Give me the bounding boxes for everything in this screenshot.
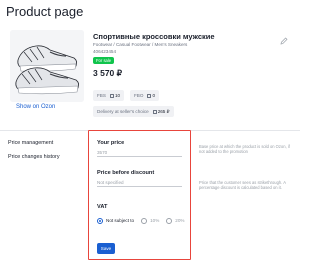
delivery-label: Delivery at seller's choice xyxy=(97,109,149,114)
fbo-value: 0 xyxy=(152,93,156,98)
product-category: Footwear / Casual Footwear / Men's Sneak… xyxy=(93,42,188,47)
nav-item-price-history[interactable]: Price changes history xyxy=(8,154,60,160)
product-price: 3 570 ₽ xyxy=(93,68,123,78)
status-badge: For sale xyxy=(93,57,115,64)
vat-option-20-label: 20% xyxy=(175,218,185,223)
price-before-label: Price before discount xyxy=(97,170,155,176)
product-image[interactable] xyxy=(10,30,84,102)
pencil-icon[interactable] xyxy=(280,32,288,45)
box-icon xyxy=(152,109,157,114)
fbo-label: FBO xyxy=(134,93,144,98)
sneakers-image xyxy=(10,30,84,102)
vat-radio-10[interactable] xyxy=(141,217,148,224)
your-price-label: Your price xyxy=(97,140,125,146)
show-on-ozon-link[interactable]: Show on Ozon xyxy=(16,104,55,110)
your-price-input[interactable]: 3570 xyxy=(97,149,182,157)
vat-radio-not-subject[interactable] xyxy=(97,217,103,224)
fbs-value: 10 xyxy=(114,93,121,98)
vat-label: VAT xyxy=(97,204,108,210)
vat-option-not-subject-label: Not subject to xyxy=(106,218,135,223)
product-sku: 406423454 xyxy=(93,49,116,54)
fbs-stock-chip: FBS 10 xyxy=(93,90,125,101)
price-before-input[interactable]: Not specified xyxy=(97,179,182,187)
page-title: Product page xyxy=(6,4,84,19)
save-button[interactable]: Save xyxy=(97,243,115,254)
delivery-chip: Delivery at seller's choice 265 ₽ xyxy=(93,106,174,117)
vat-option-10-label: 10% xyxy=(150,218,160,223)
nav-item-price-management[interactable]: Price management xyxy=(8,140,53,146)
product-card: Show on Ozon Спортивные кроссовки мужски… xyxy=(0,24,300,124)
delivery-value: 265 ₽ xyxy=(157,109,170,114)
box-icon xyxy=(147,93,152,98)
product-name: Спортивные кроссовки мужские xyxy=(93,32,215,41)
fbo-stock-chip: FBO 0 xyxy=(130,90,160,101)
price-before-hint: Price that the customer sees as striketh… xyxy=(199,180,286,191)
fbs-label: FBS xyxy=(97,93,106,98)
price-hint: Base price at which the product is sold … xyxy=(199,144,290,155)
price-form: Your price 3570 Price before discount No… xyxy=(88,130,191,260)
vat-radio-group: Not subject to 10% 20% xyxy=(97,217,192,224)
box-icon xyxy=(109,93,114,98)
vat-radio-20[interactable] xyxy=(166,217,173,224)
